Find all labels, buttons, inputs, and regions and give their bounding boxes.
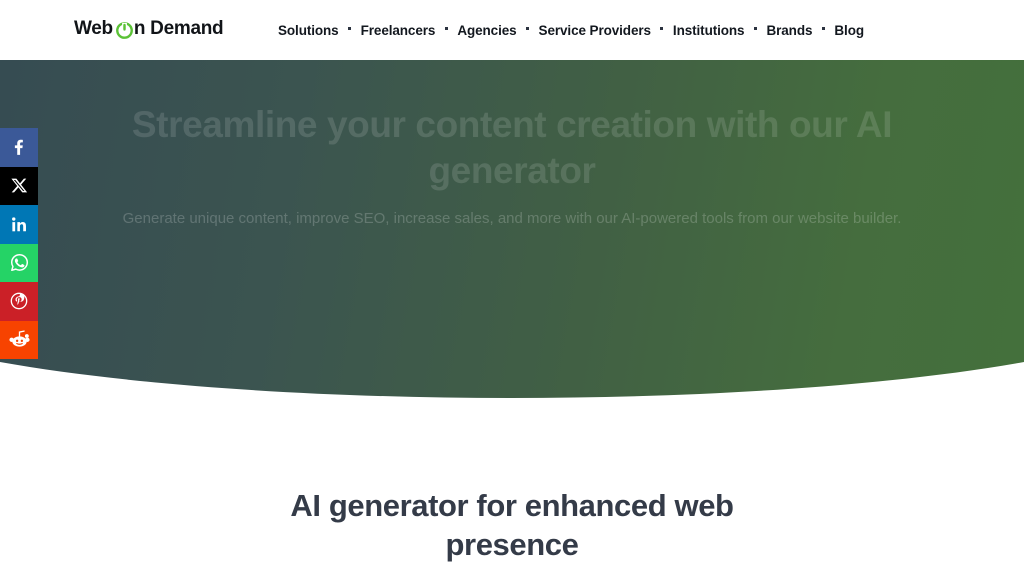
hero-content: Streamline your content creation with ou… <box>0 60 1024 408</box>
share-button-facebook[interactable] <box>0 128 38 167</box>
logo-text-before: Web <box>74 18 113 39</box>
hero-title: Streamline your content creation with ou… <box>131 104 893 191</box>
ai-generator-section: AI generator for enhanced web presence <box>0 408 1024 576</box>
share-button-reddit[interactable] <box>0 320 38 359</box>
nav-item-brands[interactable]: Brands <box>766 23 812 38</box>
linkedin-icon <box>10 215 29 234</box>
share-button-whatsapp[interactable] <box>0 243 38 282</box>
reddit-icon <box>8 329 30 350</box>
share-button-pinterest[interactable] <box>0 282 38 321</box>
site-header: Web n Demand Solutions Freelancers Agenc… <box>0 0 1024 60</box>
whatsapp-icon <box>9 252 30 273</box>
logo-text-after: n Demand <box>133 18 224 39</box>
nav-separator-dot <box>444 26 448 30</box>
nav-separator-dot <box>348 26 352 30</box>
nav-item-freelancers[interactable]: Freelancers <box>361 23 436 38</box>
x-twitter-icon <box>10 177 28 194</box>
nav-separator-dot <box>753 26 757 30</box>
hero-banner: Streamline your content creation with ou… <box>0 60 1024 408</box>
nav-item-blog[interactable]: Blog <box>834 23 864 38</box>
nav-item-solutions[interactable]: Solutions <box>278 23 339 38</box>
facebook-icon <box>9 137 29 157</box>
nav-separator-dot <box>821 26 825 30</box>
main-navigation: Solutions Freelancers Agencies Service P… <box>278 0 864 60</box>
nav-separator-dot <box>660 26 664 30</box>
share-button-linkedin[interactable] <box>0 205 38 244</box>
nav-item-institutions[interactable]: Institutions <box>673 23 745 38</box>
social-share-rail <box>0 128 38 359</box>
nav-separator-dot <box>526 26 530 30</box>
section-title: AI generator for enhanced web presence <box>290 488 734 563</box>
share-button-x-twitter[interactable] <box>0 166 38 205</box>
hero-bottom-curve-divider <box>0 362 1024 408</box>
hero-subtitle: Generate unique content, improve SEO, in… <box>122 209 902 227</box>
power-button-icon <box>115 21 133 39</box>
nav-item-service-providers[interactable]: Service Providers <box>539 23 651 38</box>
nav-item-agencies[interactable]: Agencies <box>457 23 516 38</box>
pinterest-icon <box>9 291 29 311</box>
site-logo[interactable]: Web n Demand <box>74 18 224 40</box>
